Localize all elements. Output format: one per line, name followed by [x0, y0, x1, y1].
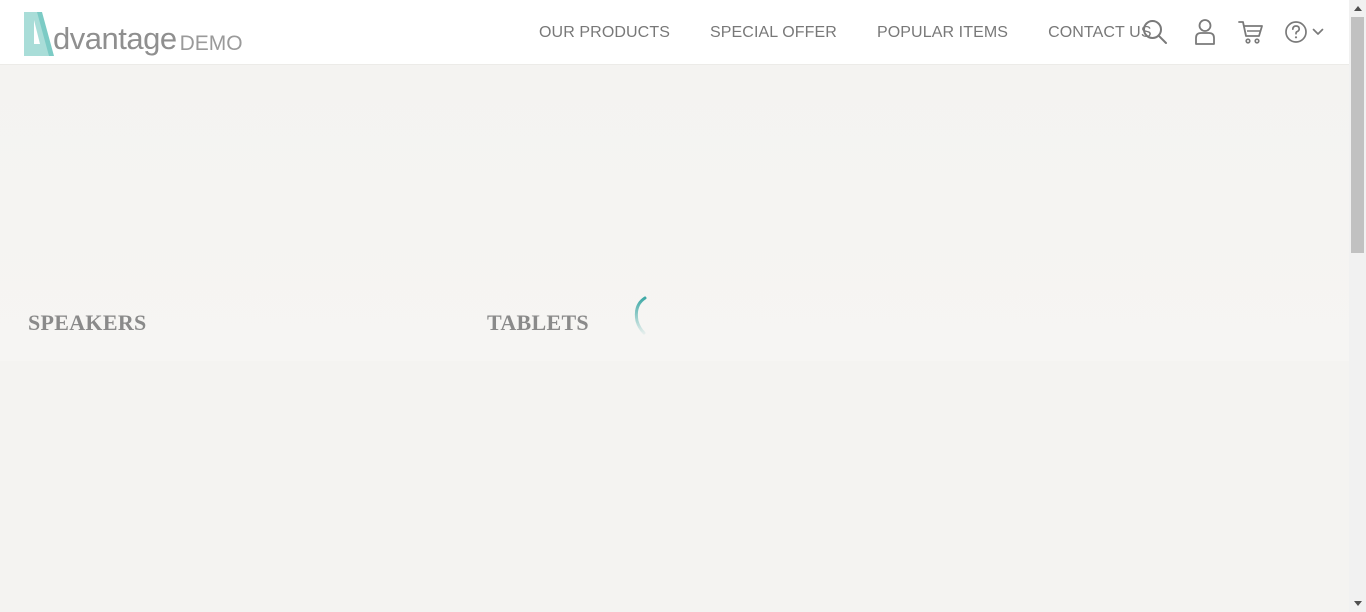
help-button[interactable] [1284, 17, 1328, 47]
logo-text: dvantage [53, 21, 177, 56]
cart-icon [1238, 21, 1263, 44]
scroll-up-icon [1353, 6, 1362, 11]
nav-our-products[interactable]: OUR PRODUCTS [539, 24, 670, 42]
category-tablets[interactable]: TABLETS [487, 310, 589, 336]
category-banner-area [0, 65, 1349, 361]
category-speakers[interactable]: SPEAKERS [28, 310, 147, 336]
logo-mark-icon [24, 12, 54, 56]
logo[interactable]: dvantage DEMO [22, 8, 243, 58]
help-icon [1285, 21, 1307, 43]
vertical-scrollbar[interactable] [1349, 0, 1366, 612]
scroll-down-icon [1353, 601, 1362, 606]
loading-spinner-icon [634, 296, 647, 335]
user-button[interactable] [1190, 17, 1220, 47]
content-area [0, 361, 1349, 612]
scroll-up-arrow[interactable] [1349, 0, 1366, 17]
scroll-down-arrow[interactable] [1349, 595, 1366, 612]
chevron-down-icon [1312, 28, 1324, 35]
nav-popular-items[interactable]: POPULAR ITEMS [877, 24, 1008, 42]
main-nav: OUR PRODUCTS SPECIAL OFFER POPULAR ITEMS… [539, 0, 1192, 65]
scrollbar-thumb[interactable] [1351, 17, 1364, 253]
user-icon [1195, 19, 1215, 45]
nav-special-offer[interactable]: SPECIAL OFFER [710, 24, 837, 42]
cart-button[interactable] [1236, 17, 1266, 47]
search-button[interactable] [1140, 17, 1170, 47]
logo-suffix: DEMO [179, 32, 243, 55]
search-icon [1143, 20, 1167, 44]
header: dvantage DEMO OUR PRODUCTS SPECIAL OFFER… [0, 0, 1349, 65]
nav-contact-us[interactable]: CONTACT US [1048, 24, 1152, 42]
page: dvantage DEMO OUR PRODUCTS SPECIAL OFFER… [0, 0, 1366, 612]
